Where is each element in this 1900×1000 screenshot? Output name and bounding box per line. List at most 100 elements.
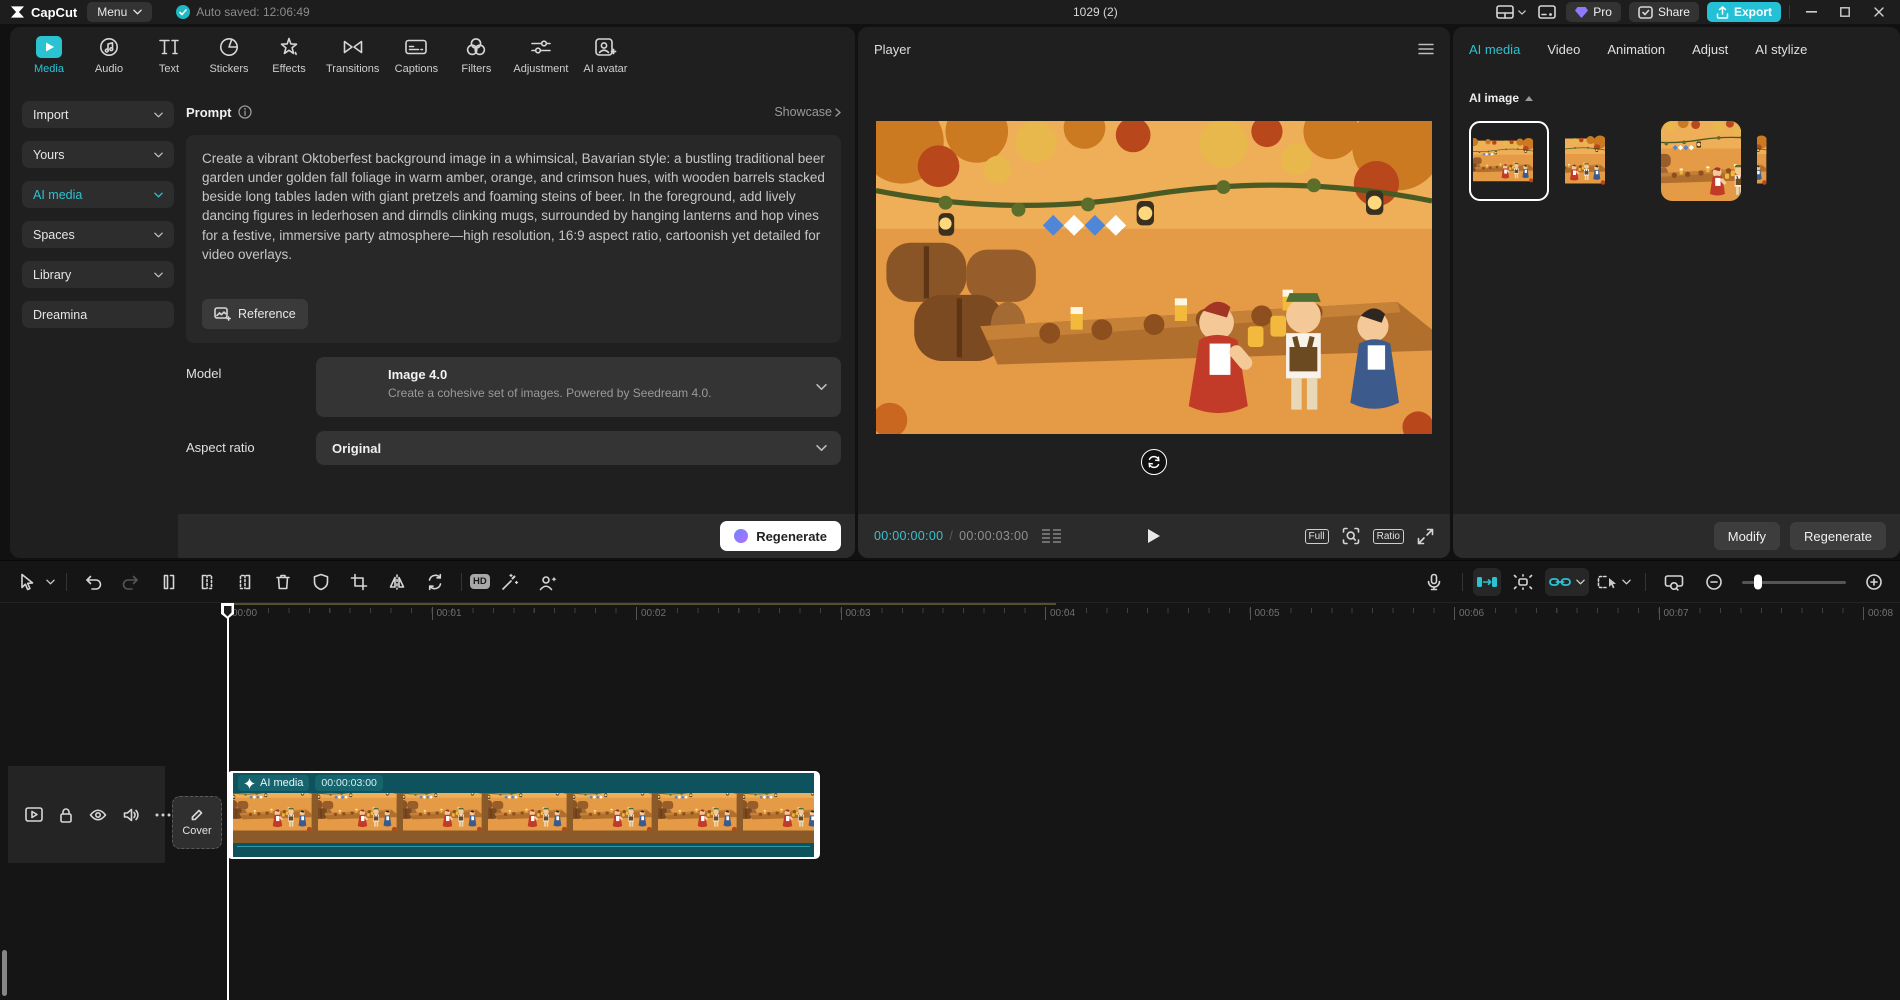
- sidebar-item-library[interactable]: Library: [22, 261, 174, 288]
- regenerate-button[interactable]: Regenerate: [720, 521, 841, 551]
- regenerate-image-button[interactable]: Regenerate: [1790, 522, 1886, 550]
- timeline-zoom-slider[interactable]: [1742, 581, 1846, 584]
- player-menu-icon[interactable]: [1418, 43, 1434, 55]
- zoom-focus-icon[interactable]: [1342, 527, 1360, 545]
- play-button[interactable]: [1147, 528, 1161, 544]
- chevron-down-icon: [816, 445, 827, 452]
- tab-adjustment[interactable]: Adjustment: [513, 35, 568, 75]
- timeline-toolbar: HD: [0, 561, 1900, 603]
- chevron-down-icon: [154, 152, 163, 158]
- sidebar-item-import[interactable]: Import: [22, 101, 174, 128]
- full-preview-button[interactable]: Full: [1305, 529, 1329, 544]
- track-type-icon: [25, 807, 43, 822]
- reference-button[interactable]: Reference: [202, 299, 308, 329]
- split-tracks-icon[interactable]: [1505, 567, 1541, 597]
- modify-button[interactable]: Modify: [1714, 522, 1780, 550]
- prompt-label: Prompt: [186, 105, 232, 120]
- link-clips-toggle[interactable]: [1545, 568, 1589, 596]
- autosave-status: Auto saved: 12:06:49: [176, 5, 309, 19]
- replace-icon[interactable]: [417, 567, 453, 597]
- crop-icon[interactable]: [341, 567, 377, 597]
- layout-chevron-icon[interactable]: [1516, 2, 1528, 22]
- export-button[interactable]: Export: [1707, 2, 1781, 22]
- tab-captions[interactable]: Captions: [393, 35, 439, 75]
- zoom-out-icon[interactable]: [1696, 567, 1732, 597]
- select-cursor-icon[interactable]: [14, 567, 40, 597]
- model-dropdown[interactable]: Image 4.0 Create a cohesive set of image…: [316, 357, 841, 417]
- aspect-ratio-dropdown[interactable]: Original: [316, 431, 841, 465]
- lock-track-icon[interactable]: [59, 807, 73, 823]
- duration-timecode: 00:00:03:00: [959, 529, 1028, 543]
- track-select-mode[interactable]: [1593, 568, 1635, 596]
- mute-track-icon[interactable]: [123, 808, 139, 822]
- cover-button[interactable]: Cover: [172, 796, 222, 849]
- ratio-button[interactable]: Ratio: [1373, 529, 1404, 544]
- ai-image-result-3[interactable]: [1661, 121, 1741, 201]
- maximize-button[interactable]: [1832, 1, 1858, 23]
- frame-view-icon[interactable]: [1042, 529, 1062, 543]
- tab-effects[interactable]: Effects: [266, 35, 312, 75]
- voiceover-mic-icon[interactable]: [1416, 567, 1452, 597]
- ai-media-clip[interactable]: AI media 00:00:03:00: [227, 771, 820, 859]
- zoom-slider-knob[interactable]: [1754, 575, 1762, 590]
- share-button[interactable]: Share: [1629, 2, 1699, 22]
- video-preview[interactable]: [876, 121, 1432, 434]
- layout-panels-icon[interactable]: [1494, 2, 1516, 22]
- sidebar-item-yours[interactable]: Yours: [22, 141, 174, 168]
- preview-quality-icon[interactable]: [1656, 567, 1692, 597]
- track-more-icon[interactable]: [155, 813, 171, 817]
- tab-ai-media[interactable]: AI media: [1469, 42, 1520, 57]
- mirror-icon[interactable]: [379, 567, 415, 597]
- fullscreen-icon[interactable]: [1417, 528, 1434, 545]
- tab-ai-stylize[interactable]: AI stylize: [1755, 42, 1807, 57]
- tab-media[interactable]: Media: [26, 35, 72, 75]
- info-icon[interactable]: [238, 105, 252, 119]
- tab-adjust[interactable]: Adjust: [1692, 42, 1728, 57]
- sidebar-item-spaces[interactable]: Spaces: [22, 221, 174, 248]
- prompt-input[interactable]: Create a vibrant Oktoberfest background …: [186, 135, 841, 343]
- mask-icon[interactable]: [303, 567, 339, 597]
- snap-magnet-toggle[interactable]: [1473, 568, 1501, 596]
- menu-button[interactable]: Menu: [87, 2, 152, 22]
- tab-audio[interactable]: Audio: [86, 35, 132, 75]
- split-icon[interactable]: [151, 567, 187, 597]
- zoom-in-icon[interactable]: [1856, 567, 1892, 597]
- toolbar-divider: [66, 573, 67, 591]
- hd-quality-button[interactable]: HD: [470, 574, 490, 589]
- media-toolbar: Media Audio Text Stickers Effects Transi…: [10, 27, 855, 89]
- sidebar-item-ai-media[interactable]: AI media: [22, 181, 174, 208]
- tab-label: Adjustment: [513, 63, 568, 75]
- split-left-icon[interactable]: [189, 567, 225, 597]
- ai-image-result-2[interactable]: [1565, 121, 1645, 201]
- hide-track-icon[interactable]: [89, 809, 107, 821]
- tab-animation[interactable]: Animation: [1607, 42, 1665, 57]
- sidebar-item-dreamina[interactable]: Dreamina: [22, 301, 174, 328]
- tab-label: AI avatar: [583, 63, 627, 75]
- timeline-ruler[interactable]: 00:00 00:01 00:02 00:03 00:04 00:05 00:0…: [0, 603, 1900, 627]
- pro-button[interactable]: Pro: [1566, 2, 1621, 22]
- ai-image-result-4[interactable]: [1757, 121, 1837, 201]
- minimize-button[interactable]: [1798, 1, 1824, 23]
- cursor-mode-chevron-icon[interactable]: [42, 567, 58, 597]
- tab-stickers[interactable]: Stickers: [206, 35, 252, 75]
- showcase-link[interactable]: Showcase: [774, 105, 841, 119]
- delete-icon[interactable]: [265, 567, 301, 597]
- tab-transitions[interactable]: Transitions: [326, 35, 379, 75]
- split-right-icon[interactable]: [227, 567, 263, 597]
- ai-image-section-toggle[interactable]: AI image: [1453, 71, 1900, 105]
- tab-text[interactable]: Text: [146, 35, 192, 75]
- redo-icon[interactable]: [113, 567, 149, 597]
- ai-image-result-1-selected[interactable]: [1469, 121, 1549, 201]
- vertical-scrollbar-thumb[interactable]: [2, 950, 7, 996]
- magic-wand-icon[interactable]: [492, 567, 528, 597]
- undo-icon[interactable]: [75, 567, 111, 597]
- tab-video[interactable]: Video: [1547, 42, 1580, 57]
- render-range-indicator: [227, 603, 1056, 605]
- reset-loop-button[interactable]: [1141, 449, 1167, 475]
- close-button[interactable]: [1866, 1, 1892, 23]
- adjust-layout-icon[interactable]: [1536, 2, 1558, 22]
- tab-ai-avatar[interactable]: AI avatar: [582, 35, 628, 75]
- ai-actor-icon[interactable]: [530, 567, 566, 597]
- playhead-handle[interactable]: [221, 603, 234, 619]
- tab-filters[interactable]: Filters: [453, 35, 499, 75]
